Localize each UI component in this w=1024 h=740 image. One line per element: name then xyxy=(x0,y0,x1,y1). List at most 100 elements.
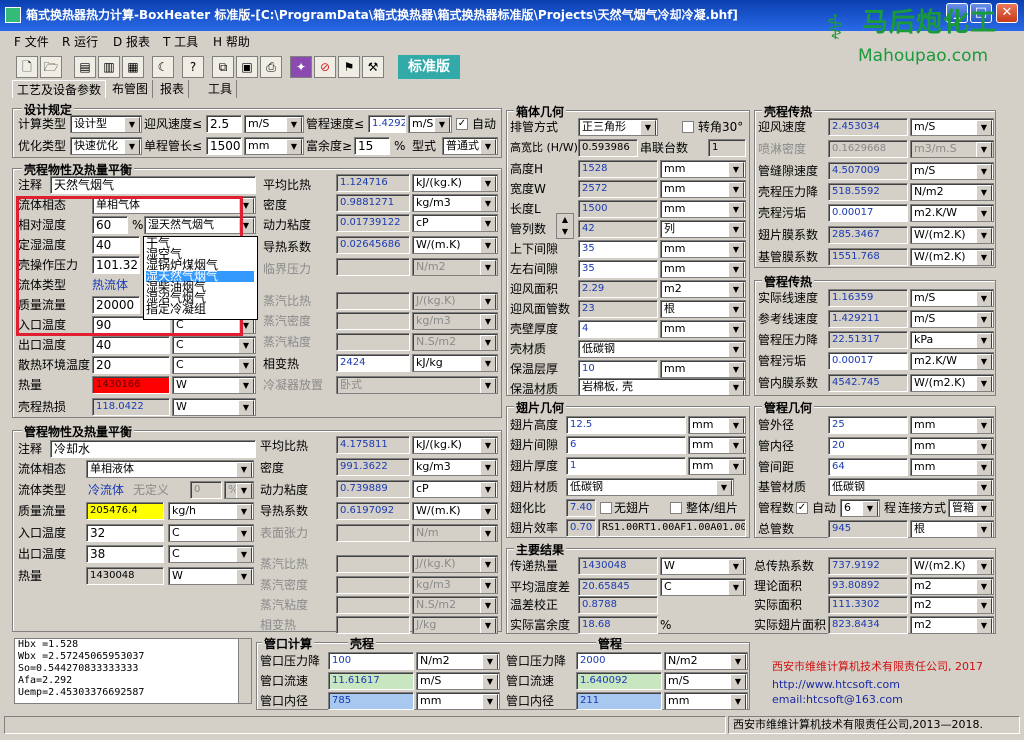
flag-icon[interactable]: ⚑ xyxy=(338,56,360,78)
auto-checkbox[interactable]: ✓ xyxy=(456,118,468,130)
sht-v-unit[interactable]: m/S xyxy=(910,118,994,136)
od-input[interactable]: 25 xyxy=(828,416,908,434)
lmtd-unit[interactable]: C xyxy=(660,578,746,596)
series-value[interactable]: 1 xyxy=(708,139,746,157)
tube-mu-unit[interactable]: cP xyxy=(412,480,498,498)
tube-len-input[interactable]: 1500 xyxy=(206,137,242,155)
sht-base-unit[interactable]: W/(m2.K) xyxy=(910,248,994,266)
id-input[interactable]: 20 xyxy=(828,437,908,455)
face-speed-input[interactable]: 2.5 xyxy=(206,115,242,133)
wall-unit[interactable]: mm xyxy=(660,320,746,338)
insmat-select[interactable]: 岩棉板, 壳 xyxy=(578,378,746,396)
sht-fin-unit[interactable]: W/(m2.K) xyxy=(910,226,994,244)
h-unit[interactable]: mm xyxy=(660,160,746,178)
tube-len-unit[interactable]: mm xyxy=(244,137,304,155)
shell-k-unit[interactable]: W/(m.K) xyxy=(412,236,498,254)
env-temp-input[interactable]: 20 xyxy=(92,356,170,374)
shell-nozzle-v-unit[interactable]: m/S xyxy=(416,672,500,690)
pitch-input[interactable]: 64 xyxy=(828,458,908,476)
menu-tools[interactable]: T 工具 xyxy=(163,33,198,50)
lr-unit[interactable]: mm xyxy=(660,260,746,278)
total-unit[interactable]: 根 xyxy=(910,520,994,538)
company-url-link[interactable]: http://www.htcsoft.com xyxy=(772,678,900,691)
stop-icon[interactable]: ⊘ xyxy=(314,56,336,78)
rows-spinner[interactable]: ▲ ▼ xyxy=(556,213,574,239)
tab-layout[interactable]: 布管图 xyxy=(108,80,154,98)
nofin-checkbox[interactable] xyxy=(600,502,612,514)
tht-dp-unit[interactable]: kPa xyxy=(910,331,994,349)
tools-icon[interactable]: ⚒ xyxy=(362,56,384,78)
shell-note-input[interactable]: 天然气烟气 xyxy=(50,176,256,194)
tube-heat-unit[interactable]: W xyxy=(168,567,254,585)
tube-in-temp-unit[interactable]: C xyxy=(168,524,254,542)
fa-unit[interactable]: m2 xyxy=(660,280,746,298)
fg-unit[interactable]: mm xyxy=(688,436,746,454)
shell-latent-input[interactable]: 2424 xyxy=(336,354,410,372)
face-speed-unit[interactable]: m/S xyxy=(244,115,304,133)
type-select[interactable]: 普通式 xyxy=(442,137,498,155)
tube-nozzle-d-unit[interactable]: mm xyxy=(664,692,748,710)
fm-select[interactable]: 低碳钢 xyxy=(566,478,734,496)
tab-report[interactable]: 报表 xyxy=(156,80,190,98)
shell-loss-unit[interactable]: W xyxy=(172,398,256,416)
ft-input[interactable]: 1 xyxy=(566,457,686,475)
calc-icon[interactable]: ✦ xyxy=(290,56,312,78)
tube-speed-input[interactable]: 1.42921 xyxy=(368,115,406,133)
tube-nozzle-dp-input[interactable]: 2000 xyxy=(576,652,662,670)
tht-foul-unit[interactable]: m2.K/W xyxy=(910,352,994,370)
passes-select[interactable]: 6 xyxy=(840,499,880,517)
log-scrollbar[interactable] xyxy=(238,639,251,703)
menu-help[interactable]: H 帮助 xyxy=(213,33,250,50)
sht-foul-unit[interactable]: m2.K/W xyxy=(910,204,994,222)
sht-dp-unit[interactable]: N/m2 xyxy=(910,183,994,201)
tube-out-temp-input[interactable]: 38 xyxy=(86,545,164,563)
theo-unit[interactable]: m2 xyxy=(910,577,994,595)
company-email-link[interactable]: email:htcsoft@163.com xyxy=(772,693,903,706)
fr-unit[interactable]: 根 xyxy=(660,300,746,318)
ins-unit[interactable]: mm xyxy=(660,360,746,378)
log-box[interactable]: Hbx =1.528 Wbx =2.57245065953037 So=0.54… xyxy=(14,638,252,704)
tab-process[interactable]: 工艺及设备参数 xyxy=(12,80,107,98)
q-unit[interactable]: W xyxy=(660,557,746,575)
doc-icon[interactable]: ▦ xyxy=(122,56,144,78)
conn-select[interactable]: 管箱 xyxy=(948,499,994,517)
copy-icon[interactable]: ⧉ xyxy=(212,56,234,78)
fg-input[interactable]: 6 xyxy=(566,436,686,454)
margin-input[interactable]: 15 xyxy=(354,137,390,155)
preview-icon[interactable]: ▣ xyxy=(236,56,258,78)
tube-speed-unit[interactable]: m/S xyxy=(408,115,452,133)
u-unit[interactable]: W/(m2.K) xyxy=(910,557,994,575)
rot-checkbox[interactable] xyxy=(682,121,694,133)
ft-unit[interactable]: mm xyxy=(688,457,746,475)
tube-fluid-type[interactable]: 冷流体 xyxy=(88,481,124,499)
whole-checkbox[interactable] xyxy=(670,502,682,514)
tube-cp-unit[interactable]: kJ/(kg.K) xyxy=(412,436,498,454)
shell-cp-unit[interactable]: kJ/(kg.K) xyxy=(412,174,498,192)
tht-ref-unit[interactable]: m/S xyxy=(910,310,994,328)
base-mat-select[interactable]: 低碳钢 xyxy=(828,478,994,496)
tht-in-unit[interactable]: W/(m2.K) xyxy=(910,374,994,392)
l-unit[interactable]: mm xyxy=(660,200,746,218)
print-icon[interactable]: ⎙ xyxy=(260,56,282,78)
menu-run[interactable]: R 运行 xyxy=(62,33,98,50)
tube-nozzle-dp-unit[interactable]: N/m2 xyxy=(664,652,748,670)
fin-area-unit[interactable]: m2 xyxy=(910,616,994,634)
calc-type-select[interactable]: 设计型 xyxy=(70,115,142,133)
menu-file[interactable]: F 文件 xyxy=(14,33,49,50)
new-icon[interactable]: 🗋 xyxy=(16,56,38,78)
ud-input[interactable]: 35 xyxy=(578,240,658,258)
shell-latent-unit[interactable]: kJ/kg xyxy=(412,354,498,372)
shell-nozzle-dp-input[interactable]: 100 xyxy=(328,652,414,670)
env-temp-unit[interactable]: C xyxy=(172,356,256,374)
tube-phase-select[interactable]: 单相液体 xyxy=(86,460,254,478)
ud-unit[interactable]: mm xyxy=(660,240,746,258)
tube-out-temp-unit[interactable]: C xyxy=(168,545,254,563)
pitch-unit[interactable]: mm xyxy=(910,458,994,476)
act-unit[interactable]: m2 xyxy=(910,596,994,614)
save-icon[interactable]: ▤ xyxy=(74,56,96,78)
od-unit[interactable]: mm xyxy=(910,416,994,434)
moon-icon[interactable]: ☾ xyxy=(152,56,174,78)
tab-tools[interactable]: 工具 xyxy=(204,80,238,98)
sht-gap-unit[interactable]: m/S xyxy=(910,162,994,180)
tube-note-input[interactable]: 冷却水 xyxy=(50,440,256,458)
